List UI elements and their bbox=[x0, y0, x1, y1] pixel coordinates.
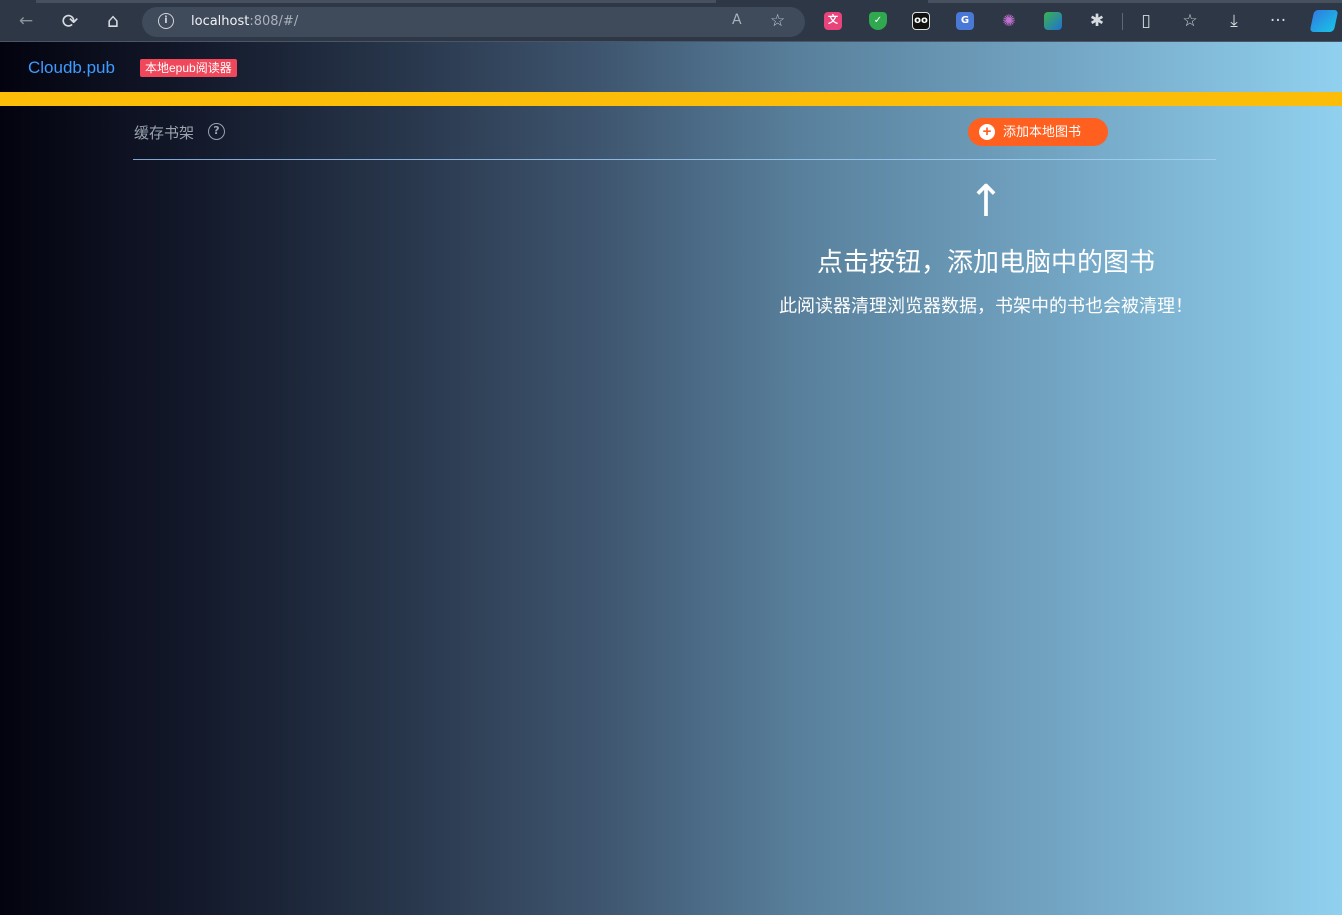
colorful-extension-icon[interactable] bbox=[1044, 12, 1062, 30]
split-screen-icon[interactable]: ▯ bbox=[1133, 8, 1159, 34]
home-icon[interactable]: ⌂ bbox=[100, 8, 126, 34]
refresh-icon[interactable]: ⟳ bbox=[57, 8, 83, 34]
empty-state-subtitle: 此阅读器清理浏览器数据，书架中的书也会被清理！ bbox=[779, 296, 1193, 316]
site-info-icon[interactable]: i bbox=[158, 13, 174, 29]
favorites-icon[interactable]: ☆ bbox=[1177, 8, 1203, 34]
read-aloud-icon[interactable]: A bbox=[732, 12, 742, 28]
shelf-title: 缓存书架 bbox=[134, 125, 195, 142]
spiral-extension-icon[interactable]: ✺ bbox=[1000, 12, 1018, 30]
address-bar[interactable]: i localhost:808/#/ A ☆ bbox=[142, 7, 805, 37]
reader-badge: 本地epub阅读器 bbox=[140, 59, 237, 77]
download-icon[interactable]: ⤓ bbox=[1221, 8, 1247, 34]
tab-strip-edge-right bbox=[928, 0, 1342, 3]
page-body: Cloudb.pub 本地epub阅读器 缓存书架 ? + 添加本地图书 ↑ 点… bbox=[0, 42, 1342, 915]
google-translate-extension-icon[interactable]: G bbox=[956, 12, 974, 30]
extensions-puzzle-icon[interactable]: ✱ bbox=[1084, 8, 1110, 34]
arrow-up-icon: ↑ bbox=[967, 176, 1005, 227]
help-icon[interactable]: ? bbox=[208, 123, 225, 140]
plus-circle-icon: + bbox=[979, 124, 995, 140]
add-local-book-label: 添加本地图书 bbox=[1003, 124, 1082, 139]
accent-bar bbox=[0, 92, 1342, 106]
shelf-divider bbox=[133, 159, 1216, 160]
shield-extension-icon[interactable]: ✓ bbox=[869, 12, 887, 30]
browser-toolbar: ← ⟳ ⌂ i localhost:808/#/ A ☆ 文 ✓ oo G ✺ … bbox=[0, 0, 1342, 42]
translate-extension-icon[interactable]: 文 bbox=[824, 12, 842, 30]
add-local-book-button[interactable]: + 添加本地图书 bbox=[968, 118, 1108, 146]
eyes-extension-icon[interactable]: oo bbox=[912, 12, 930, 30]
empty-state-title: 点击按钮，添加电脑中的图书 bbox=[816, 247, 1155, 277]
toolbar-separator bbox=[1122, 13, 1123, 30]
more-menu-icon[interactable]: ··· bbox=[1265, 8, 1291, 34]
tab-strip-edge bbox=[36, 0, 716, 3]
url-host: localhost bbox=[191, 14, 250, 29]
url-path: :808/#/ bbox=[249, 14, 299, 29]
copilot-icon[interactable] bbox=[1309, 10, 1339, 32]
favorite-star-icon[interactable]: ☆ bbox=[770, 11, 785, 31]
url-text[interactable]: localhost:808/#/ bbox=[191, 14, 298, 29]
back-icon[interactable]: ← bbox=[13, 8, 39, 34]
site-logo[interactable]: Cloudb.pub bbox=[28, 58, 115, 78]
